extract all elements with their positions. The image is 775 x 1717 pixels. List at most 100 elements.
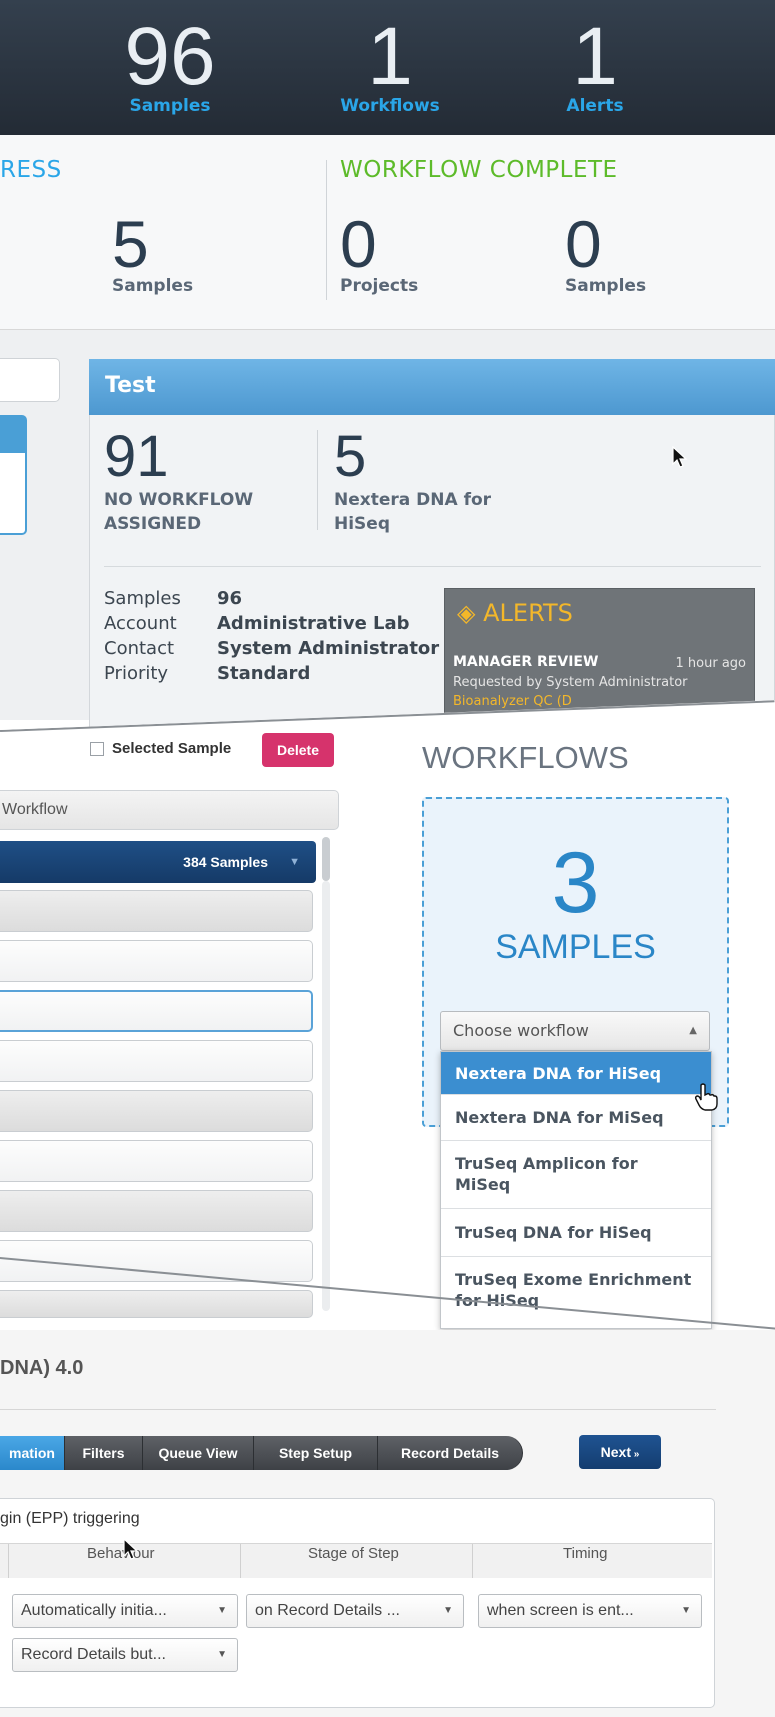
delete-button[interactable]: Delete (262, 733, 334, 767)
warning-icon: ◈ (457, 599, 476, 627)
scrollbar-thumb[interactable] (322, 837, 330, 881)
alerts-title-text: ALERTS (483, 599, 573, 627)
chevron-down-icon: ▼ (289, 856, 300, 868)
record-details-select[interactable]: Record Details but... ▼ (12, 1638, 238, 1672)
workflow-option[interactable]: TruSeq DNA for HiSeq (441, 1209, 711, 1257)
sample-group-count: 384 Samples (183, 854, 268, 870)
header-stage: Stage of Step (308, 1545, 399, 1562)
alerts-panel[interactable]: ◈ ALERTS MANAGER REVIEW 1 hour ago Reque… (444, 588, 755, 718)
chevron-down-icon: ▼ (217, 1649, 227, 1660)
workflow-count: 5 (334, 424, 367, 489)
workflow-option[interactable]: Nextera DNA for MiSeq (441, 1095, 711, 1141)
col-divider (240, 1544, 241, 1578)
workflow-option[interactable]: Nextera DNA for HiSeq (441, 1052, 711, 1095)
sample-row[interactable] (0, 1040, 313, 1082)
workflow-option[interactable]: TruSeq Exome Enrichment for HiSeq (441, 1257, 711, 1327)
project-card-header (0, 417, 25, 453)
tab-filters[interactable]: Filters (65, 1436, 143, 1470)
workflow-label-line1: Nextera DNA for (334, 490, 492, 510)
next-button-label: Next (600, 1444, 631, 1460)
stat-workflows-number: 1 (367, 11, 413, 102)
tab-record-details[interactable]: Record Details (378, 1436, 523, 1470)
alert-item-requested: Requested by System Administrator (453, 675, 688, 690)
behaviour-select[interactable]: Automatically initia... ▼ (12, 1594, 238, 1628)
tab-step-setup[interactable]: Step Setup (254, 1436, 378, 1470)
dropdown-placeholder: Choose workflow (453, 1021, 589, 1040)
project-card-header[interactable]: Test (89, 359, 775, 415)
no-workflow-count: 91 (104, 424, 169, 489)
alert-item-time: 1 hour ago (675, 656, 746, 671)
project-title: Test (105, 373, 156, 398)
tab-queue-view[interactable]: Queue View (143, 1436, 254, 1470)
protocol-title: DNA) 4.0 (0, 1357, 84, 1379)
account-value: Administrative Lab (217, 613, 410, 634)
workflow-sample-label: SAMPLES (495, 928, 656, 966)
complete-projects-label: Projects (340, 276, 419, 296)
stat-alerts[interactable]: 1 Alerts (535, 11, 655, 117)
in-progress-label: Samples (112, 276, 194, 296)
card-hr (104, 566, 761, 567)
choose-workflow-dropdown[interactable]: Choose workflow ▲ (440, 1011, 710, 1051)
sample-row-selected[interactable] (0, 990, 313, 1032)
no-workflow-label: NO WORKFLOW ASSIGNED (104, 488, 253, 536)
contact-key: Contact (104, 638, 175, 659)
stat-samples[interactable]: 96 Samples (110, 11, 230, 117)
sample-row[interactable] (0, 1140, 313, 1182)
tab-automation[interactable]: mation (0, 1436, 65, 1470)
mouse-pointer-icon (672, 446, 688, 468)
workflow-sample-count: 3 (551, 835, 600, 931)
sample-row[interactable] (0, 1290, 313, 1318)
workflow-column-header[interactable]: Workflow (0, 790, 339, 830)
section-divider (326, 160, 327, 300)
select-checkbox[interactable] (90, 742, 104, 756)
no-workflow-label-line2: ASSIGNED (104, 514, 202, 534)
stage-select[interactable]: on Record Details ... ▼ (246, 1594, 464, 1628)
sample-row[interactable] (0, 940, 313, 982)
timing-select-value: when screen is ent... (487, 1602, 634, 1619)
sample-row[interactable] (0, 1090, 313, 1132)
chevron-up-icon: ▲ (689, 1025, 697, 1036)
workflow-name-label: Nextera DNA for HiSeq (334, 488, 491, 536)
workflows-title: WORKFLOWS (422, 740, 629, 775)
in-progress-number: 5 (112, 207, 149, 281)
header-behaviour: Behaviour (87, 1545, 155, 1562)
alert-item-title: MANAGER REVIEW (453, 654, 599, 670)
workflow-option[interactable]: TruSeq Amplicon for MiSeq (441, 1141, 711, 1209)
scrollbar-track[interactable] (322, 881, 330, 1311)
config-hr (0, 1409, 716, 1410)
next-button[interactable]: Next » (579, 1435, 661, 1469)
complete-samples-label: Samples (565, 276, 647, 296)
chevron-down-icon: ▼ (681, 1605, 691, 1616)
col-divider (8, 1544, 9, 1578)
header-timing: Timing (563, 1545, 608, 1562)
col-divider (472, 1544, 473, 1578)
hand-cursor-icon (694, 1083, 718, 1111)
card-divider (317, 430, 318, 530)
complete-title: WORKFLOW COMPLETE (340, 157, 618, 183)
search-input[interactable] (0, 358, 60, 402)
chevron-down-icon: ▼ (217, 1605, 227, 1616)
in-progress-title: RESS (0, 157, 62, 183)
spacer (0, 740, 40, 770)
top-stats-bar: 96 Samples 1 Workflows 1 Alerts (0, 0, 775, 135)
alert-item-link[interactable]: Bioanalyzer QC (D (453, 694, 572, 709)
behaviour-select-value: Automatically initia... (21, 1602, 167, 1619)
project-card-partial[interactable] (0, 415, 27, 535)
contact-value: System Administrator (217, 638, 440, 659)
epp-section-title: gin (EPP) triggering (0, 1510, 140, 1527)
no-workflow-label-line1: NO WORKFLOW (104, 490, 254, 510)
account-key: Account (104, 613, 177, 634)
sample-row[interactable] (0, 890, 313, 932)
selected-sample-text: Selected Sample (112, 740, 232, 757)
stage-select-value: on Record Details ... (255, 1602, 400, 1619)
double-chevron-right-icon: » (631, 1449, 640, 1460)
workflow-header-label: Workflow (2, 801, 68, 818)
timing-select[interactable]: when screen is ent... ▼ (478, 1594, 702, 1628)
sample-row[interactable] (0, 1190, 313, 1232)
sample-group-header[interactable]: 384 Samples ▼ (0, 841, 316, 883)
stat-alerts-number: 1 (572, 11, 618, 102)
stat-samples-number: 96 (124, 11, 216, 102)
workflow-menu: Nextera DNA for HiSeq Nextera DNA for Mi… (440, 1051, 712, 1329)
stat-workflows[interactable]: 1 Workflows (330, 11, 450, 117)
workflow-summary: RESS 5 Samples WORKFLOW COMPLETE 0 Proje… (0, 135, 775, 330)
